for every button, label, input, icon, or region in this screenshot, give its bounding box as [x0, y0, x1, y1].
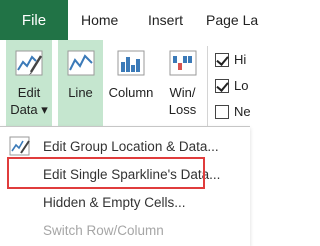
menu-icon-placeholder	[9, 219, 31, 241]
checkbox-label: Hi	[234, 52, 247, 67]
checkbox-box[interactable]	[215, 52, 229, 67]
checkbox-label: Ne	[234, 104, 251, 119]
chevron-down-icon: ▾	[41, 102, 48, 117]
checkbox-negative-points[interactable]: Ne	[215, 104, 251, 119]
checkbox-box[interactable]	[215, 78, 229, 93]
tab-home[interactable]: Home	[81, 0, 118, 40]
highlight-annotation-box	[7, 157, 205, 189]
line-sparkline-button[interactable]: Line	[58, 40, 103, 132]
edit-data-label-line1: Edit	[17, 85, 41, 100]
tab-page-layout[interactable]: Page La	[206, 0, 258, 40]
sparkline-ribbon: Edit Data ▾ Line Column Win/ Loss Hi Lo …	[0, 40, 251, 132]
edit-data-button[interactable]: Edit Data ▾	[6, 40, 52, 132]
ribbon-tab-bar: File Home Insert Page La	[0, 0, 258, 40]
menu-item-label: Switch Row/Column	[43, 222, 164, 238]
edit-data-label-line2: Data ▾	[10, 102, 48, 117]
menu-item-switch-row-column: Switch Row/Column	[6, 215, 246, 245]
ribbon-separator	[207, 46, 208, 126]
menu-item-hidden-empty-cells[interactable]: Hidden & Empty Cells...	[6, 187, 246, 217]
sparkline-edit-icon	[15, 50, 43, 76]
column-label: Column	[108, 85, 154, 100]
checkbox-high-point[interactable]: Hi	[215, 52, 246, 67]
checkbox-low-point[interactable]: Lo	[215, 78, 248, 93]
win-loss-label-line1: Win/	[169, 85, 196, 100]
tab-file[interactable]: File	[0, 0, 68, 40]
line-label: Line	[68, 85, 93, 100]
menu-icon-placeholder	[9, 191, 31, 213]
tab-insert[interactable]: Insert	[148, 0, 183, 40]
win-loss-label-line2: Loss	[168, 102, 197, 117]
checkbox-box[interactable]	[215, 104, 229, 119]
menu-item-label: Edit Group Location & Data...	[43, 138, 219, 154]
menu-item-label: Hidden & Empty Cells...	[43, 194, 186, 210]
win-loss-sparkline-icon	[169, 50, 196, 76]
sparkline-edit-icon	[9, 136, 30, 156]
win-loss-sparkline-button[interactable]: Win/ Loss	[160, 40, 205, 132]
column-sparkline-button[interactable]: Column	[106, 40, 156, 132]
column-sparkline-icon	[117, 50, 145, 76]
line-sparkline-icon	[67, 50, 94, 76]
checkbox-label: Lo	[234, 78, 249, 93]
